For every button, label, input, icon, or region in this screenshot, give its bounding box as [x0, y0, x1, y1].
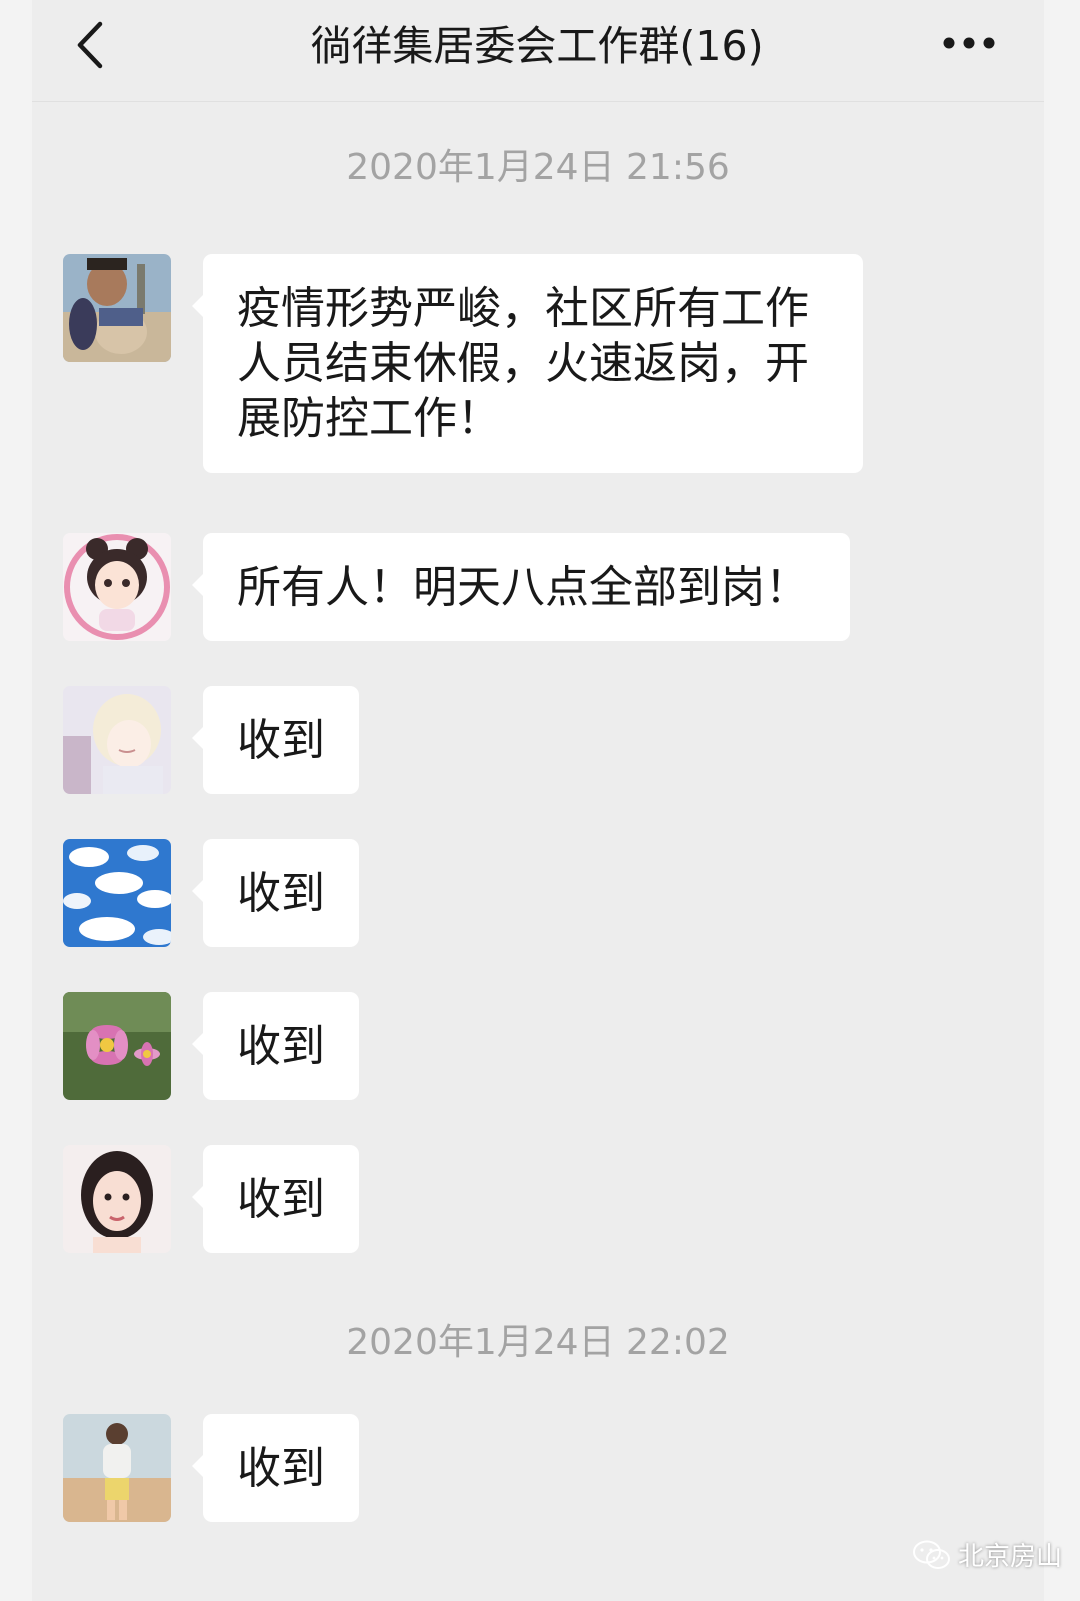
message-bubble[interactable]: 收到 [192, 1145, 359, 1253]
timestamp: 2020年1月24日 22:02 [346, 1322, 730, 1363]
more-icon [943, 37, 995, 49]
chat-window: 徜徉集居委会工作群(16) 2020年1月24日 21:56 疫情形势严峻，社区… [32, 0, 1044, 1601]
avatar-man-with-baby[interactable] [63, 254, 171, 362]
more-button[interactable] [942, 30, 996, 56]
back-button[interactable] [68, 20, 112, 70]
wechat-icon [912, 1540, 950, 1569]
message-bubble[interactable]: 收到 [192, 686, 359, 794]
message-bubble[interactable]: 所有人！明天八点全部到岗！ [192, 533, 850, 641]
avatar-beach-woman[interactable] [63, 1414, 171, 1522]
avatar-woman-portrait[interactable] [63, 1145, 171, 1253]
chat-header: 徜徉集居委会工作群(16) [32, 0, 1044, 102]
avatar-pink-flower[interactable] [63, 992, 171, 1100]
avatar-cartoon-girl[interactable] [63, 533, 171, 641]
message-bubble[interactable]: 收到 [192, 1414, 359, 1522]
avatar-anime-girl[interactable] [63, 686, 171, 794]
chevron-left-icon [77, 21, 103, 69]
message-bubble[interactable]: 收到 [192, 992, 359, 1100]
message-bubble[interactable]: 收到 [192, 839, 359, 947]
watermark: 北京房山 [912, 1536, 1062, 1573]
message-bubble[interactable]: 疫情形势严峻，社区所有工作人员结束休假，火速返岗，开展防控工作！ [192, 254, 863, 473]
watermark-text: 北京房山 [957, 1542, 1062, 1572]
timestamp: 2020年1月24日 21:56 [346, 147, 730, 188]
chat-title: 徜徉集居委会工作群(16) [310, 22, 764, 70]
avatar-blue-sky[interactable] [63, 839, 171, 947]
